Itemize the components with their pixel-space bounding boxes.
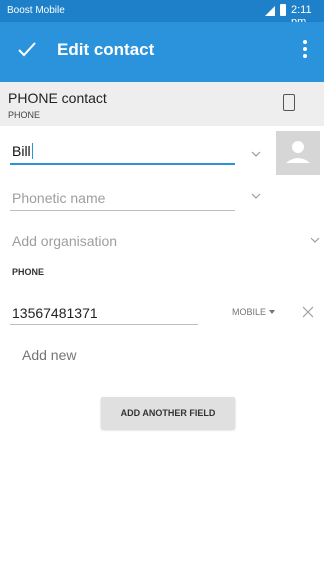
phone-underline <box>10 324 198 325</box>
status-bar: Boost Mobile 2:11 pm <box>0 0 324 28</box>
chevron-down-icon[interactable] <box>251 151 261 157</box>
name-underline <box>10 163 235 165</box>
add-organisation-field[interactable]: Add organisation <box>12 233 117 249</box>
text-cursor <box>31 143 34 159</box>
more-vert-icon[interactable] <box>300 38 310 62</box>
phone-device-icon <box>283 94 295 111</box>
close-icon[interactable] <box>302 306 314 318</box>
app-bar: Edit contact <box>0 22 324 82</box>
phonetic-name-field[interactable]: Phonetic name <box>12 190 105 206</box>
account-type: PHONE <box>8 110 41 120</box>
battery-icon <box>280 4 286 16</box>
dropdown-arrow-icon <box>269 310 276 314</box>
chevron-down-icon[interactable] <box>251 193 261 199</box>
add-another-field-button[interactable]: ADD ANOTHER FIELD <box>101 397 235 429</box>
phonetic-underline <box>10 210 235 211</box>
page-title: Edit contact <box>57 40 155 59</box>
chevron-down-icon[interactable] <box>310 237 320 243</box>
avatar-icon <box>286 141 310 163</box>
phone-number-field[interactable]: 13567481371 <box>12 305 98 321</box>
contact-photo[interactable] <box>276 131 320 175</box>
signal-icon <box>265 6 275 16</box>
name-value: Bill <box>12 143 31 159</box>
carrier-label: Boost Mobile <box>7 5 65 16</box>
check-icon[interactable] <box>16 38 38 60</box>
phone-type-dropdown[interactable]: MOBILE <box>232 307 276 317</box>
account-selector[interactable]: PHONE contact PHONE <box>0 82 324 126</box>
name-field[interactable]: Bill <box>12 143 34 159</box>
account-name: PHONE contact <box>8 90 107 106</box>
phone-section-header: PHONE <box>12 267 45 277</box>
add-new-phone[interactable]: Add new <box>22 347 76 363</box>
phone-type-label: MOBILE <box>232 307 267 317</box>
